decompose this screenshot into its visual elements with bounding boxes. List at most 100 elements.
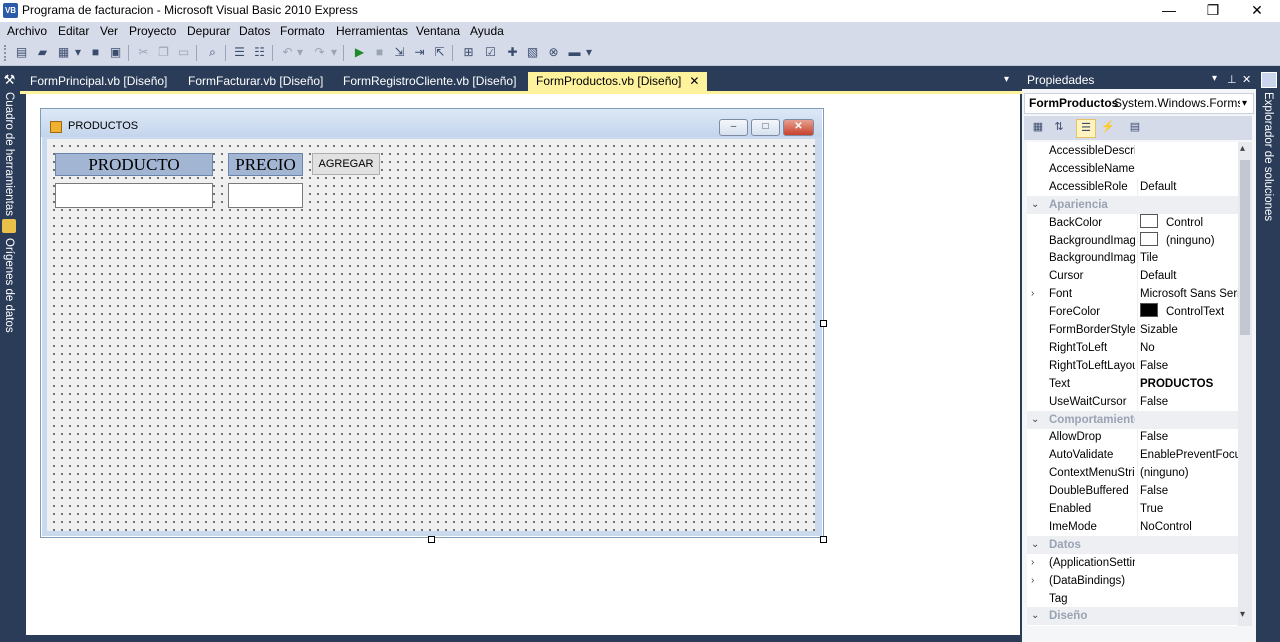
- property-category[interactable]: ⌄ Apariencia: [1027, 195, 1238, 214]
- redo-icon[interactable]: ↷: [312, 45, 327, 60]
- property-value[interactable]: Default: [1137, 267, 1238, 286]
- datasources-tab[interactable]: Orígenes de datos: [3, 238, 15, 333]
- uncomment-icon[interactable]: ☷: [252, 45, 267, 60]
- categorized-icon[interactable]: ▦: [1029, 119, 1047, 136]
- expander-icon[interactable]: ›: [1031, 285, 1043, 303]
- property-value[interactable]: Microsoft Sans Serif: [1137, 285, 1238, 304]
- panel-dropdown-icon[interactable]: ▾: [1212, 73, 1217, 84]
- resize-handle-bottom[interactable]: [428, 536, 435, 543]
- label-precio[interactable]: PRECIO: [228, 153, 303, 176]
- step-over-icon[interactable]: ⇥: [412, 45, 427, 60]
- property-row[interactable]: Tag: [1027, 590, 1238, 608]
- menu-archivo[interactable]: Archivo: [7, 24, 47, 38]
- object-browser-icon[interactable]: ▧: [525, 45, 540, 60]
- menu-editar[interactable]: Editar: [58, 24, 89, 38]
- open-icon[interactable]: ▰: [35, 45, 50, 60]
- property-row[interactable]: BackgroundImag Tile: [1027, 249, 1238, 268]
- property-value[interactable]: NoControl: [1137, 517, 1238, 536]
- minimize-button[interactable]: —: [1146, 0, 1192, 22]
- form-close-button[interactable]: ✕: [783, 119, 814, 136]
- undo-icon[interactable]: ↶: [280, 45, 295, 60]
- object-dropdown-icon[interactable]: ▾: [1242, 94, 1247, 113]
- agregar-button[interactable]: AGREGAR: [312, 153, 380, 175]
- tab-list-dropdown-icon[interactable]: ▾: [1004, 74, 1009, 85]
- property-row[interactable]: › Font Microsoft Sans Serif: [1027, 285, 1238, 304]
- property-value[interactable]: (ninguno): [1137, 231, 1238, 250]
- datasources-tab-icon[interactable]: [2, 219, 16, 233]
- solution-explorer-icon[interactable]: ⊞: [461, 45, 476, 60]
- property-row[interactable]: › (DataBindings): [1027, 572, 1238, 590]
- property-value[interactable]: Control: [1137, 213, 1238, 232]
- property-row[interactable]: UseWaitCursor False: [1027, 392, 1238, 411]
- events-icon[interactable]: ⚡: [1099, 119, 1117, 136]
- toolbox-tab[interactable]: Cuadro de herramientas: [3, 92, 15, 216]
- property-row[interactable]: › (ApplicationSettin: [1027, 554, 1238, 572]
- redo-dropdown-icon[interactable]: ▾: [330, 45, 338, 60]
- precio-input[interactable]: [228, 183, 303, 208]
- property-row[interactable]: DoubleBuffered False: [1027, 482, 1238, 501]
- property-row[interactable]: AllowDrop False: [1027, 428, 1238, 447]
- toolbar-overflow-icon[interactable]: ▾: [585, 45, 593, 60]
- panel-close-icon[interactable]: ✕: [1242, 73, 1251, 86]
- property-category[interactable]: ⌄ Diseño: [1027, 607, 1238, 626]
- step-into-icon[interactable]: ⇲: [392, 45, 407, 60]
- property-row[interactable]: Text PRODUCTOS: [1027, 374, 1238, 393]
- add-item-dropdown-icon[interactable]: ▾: [74, 45, 82, 60]
- output-icon[interactable]: ▬: [567, 45, 582, 60]
- property-category[interactable]: ⌄ Datos: [1027, 535, 1238, 554]
- property-row[interactable]: RightToLeft No: [1027, 338, 1238, 357]
- property-row[interactable]: ContextMenuStri (ninguno): [1027, 464, 1238, 483]
- property-value[interactable]: False: [1137, 428, 1238, 447]
- property-row[interactable]: BackColor Control: [1027, 213, 1238, 232]
- paste-icon[interactable]: ▭: [176, 45, 191, 60]
- property-value[interactable]: PRODUCTOS: [1137, 374, 1238, 393]
- toolbox-icon[interactable]: ✚: [505, 45, 520, 60]
- property-pages-icon[interactable]: ▤: [1126, 119, 1144, 136]
- new-project-icon[interactable]: ▤: [14, 45, 29, 60]
- tab-formfacturar[interactable]: FormFacturar.vb [Diseño]: [180, 72, 331, 91]
- property-category[interactable]: ⌄ Comportamiento: [1027, 410, 1238, 429]
- start-icon[interactable]: ▶: [352, 45, 367, 60]
- menu-datos[interactable]: Datos: [239, 24, 270, 38]
- properties-icon[interactable]: ☑: [483, 45, 498, 60]
- menu-proyecto[interactable]: Proyecto: [129, 24, 176, 38]
- error-list-icon[interactable]: ⊗: [546, 45, 561, 60]
- property-value[interactable]: ControlText: [1137, 303, 1238, 322]
- expander-icon[interactable]: ⌄: [1031, 536, 1043, 554]
- menu-ayuda[interactable]: Ayuda: [470, 24, 504, 38]
- copy-icon[interactable]: ❐: [156, 45, 171, 60]
- property-row[interactable]: AutoValidate EnablePreventFocus: [1027, 446, 1238, 465]
- property-value[interactable]: EnablePreventFocus: [1137, 446, 1238, 465]
- alphabetical-icon[interactable]: ⇅: [1050, 119, 1068, 136]
- scroll-up-icon[interactable]: ▴: [1240, 143, 1245, 154]
- resize-handle-right[interactable]: [820, 320, 827, 327]
- cut-icon[interactable]: ✂: [136, 45, 151, 60]
- property-row[interactable]: Enabled True: [1027, 500, 1238, 518]
- add-item-icon[interactable]: ▦: [56, 45, 71, 60]
- property-value[interactable]: False: [1137, 482, 1238, 501]
- comment-icon[interactable]: ☰: [232, 45, 247, 60]
- properties-icon[interactable]: ☰: [1076, 119, 1096, 138]
- menu-depurar[interactable]: Depurar: [187, 24, 230, 38]
- label-producto[interactable]: PRODUCTO: [55, 153, 213, 176]
- property-row[interactable]: AccessibleDescrip: [1027, 142, 1238, 160]
- property-row[interactable]: FormBorderStyle Sizable: [1027, 321, 1238, 339]
- expander-icon[interactable]: ⌄: [1031, 607, 1043, 625]
- property-row[interactable]: ForeColor ControlText: [1027, 303, 1238, 322]
- expander-icon[interactable]: ›: [1031, 554, 1043, 572]
- producto-input[interactable]: [55, 183, 213, 208]
- find-icon[interactable]: ⌕: [205, 45, 220, 60]
- property-value[interactable]: False: [1137, 356, 1238, 375]
- tab-formproductos[interactable]: FormProductos.vb [Diseño] ✕: [528, 72, 708, 91]
- pin-icon[interactable]: ⊥: [1227, 73, 1237, 86]
- solution-explorer-tab-icon[interactable]: [1261, 72, 1277, 88]
- tab-formregistrocliente[interactable]: FormRegistroCliente.vb [Diseño]: [335, 72, 524, 91]
- property-value[interactable]: (ninguno): [1137, 464, 1238, 483]
- property-row[interactable]: AccessibleRole Default: [1027, 177, 1238, 196]
- scroll-down-icon[interactable]: ▾: [1240, 609, 1245, 620]
- restore-button[interactable]: ❐: [1190, 0, 1236, 22]
- toolbar-grip[interactable]: [4, 45, 9, 61]
- property-value[interactable]: True: [1137, 500, 1238, 518]
- property-value[interactable]: Tile: [1137, 249, 1238, 268]
- resize-handle-corner[interactable]: [820, 536, 827, 543]
